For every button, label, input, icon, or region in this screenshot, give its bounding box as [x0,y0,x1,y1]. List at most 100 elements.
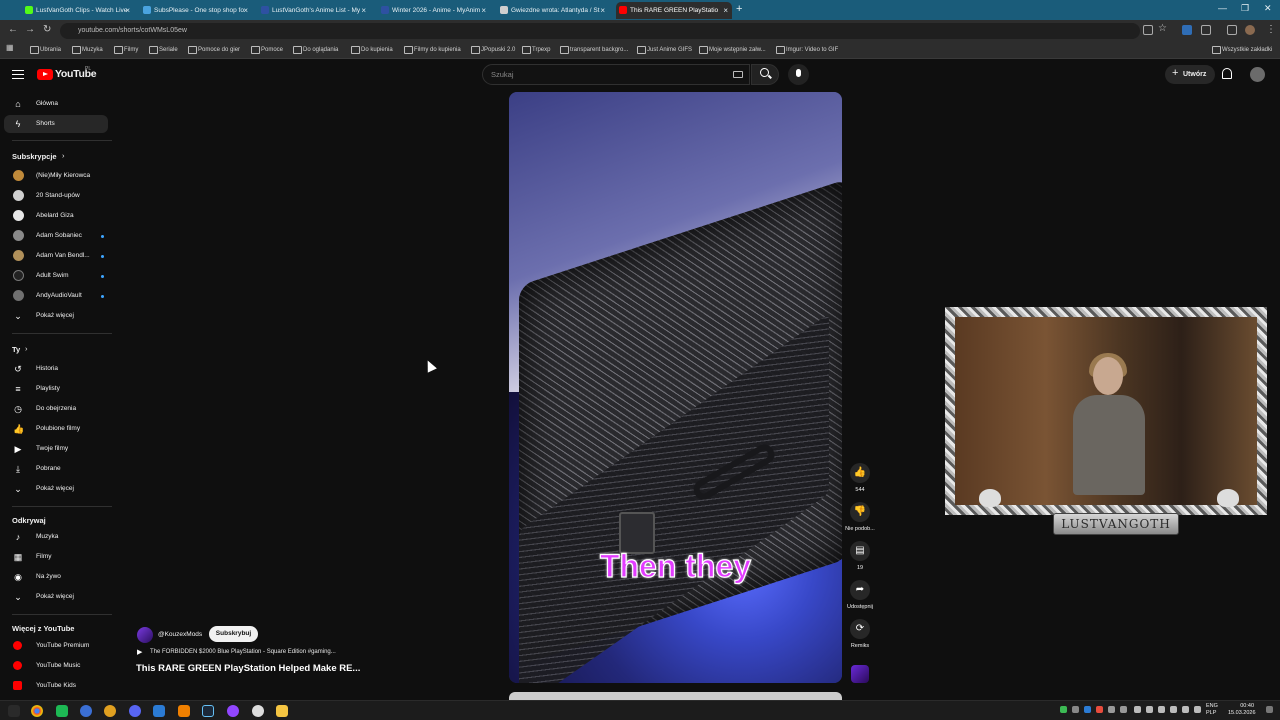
keyboard-icon[interactable] [733,71,743,78]
next-short-preview[interactable] [509,692,842,700]
chrome-icon[interactable] [31,705,43,717]
sidebar-item-channel[interactable]: Adam Van Bendl... [4,247,108,265]
extension-icon[interactable] [1201,25,1211,35]
bookmark-link[interactable]: Moje wstępnie załw... [699,45,766,55]
like-button[interactable]: 👍 544 [849,463,871,493]
close-tab-icon[interactable]: × [723,2,728,19]
back-button[interactable]: ← [8,24,18,35]
close-tab-icon[interactable]: × [125,2,130,19]
url-field[interactable]: youtube.com/shorts/cotWMsL05ew [60,23,1140,39]
bookmark-link[interactable]: transparent backgro... [560,45,628,55]
close-tab-icon[interactable]: × [361,2,366,19]
browser-menu-icon[interactable]: ⋮ [1266,24,1276,35]
sidebar-item-channel[interactable]: (Nie)Miły Kierowca [4,167,108,185]
sidebar-item-channel[interactable]: AndyAudioVault [4,287,108,305]
remix-button[interactable]: ⟳ Remiks [849,619,871,649]
notifications-icon[interactable] [1222,68,1232,79]
tray-icon[interactable] [1120,706,1127,713]
channel-name[interactable]: @KouzexMods [158,631,202,638]
browser-tab[interactable]: Winter 2026 - Anime - MyAnim × [378,2,490,19]
voice-search-icon[interactable] [788,64,809,85]
tray-icon[interactable] [1146,706,1153,713]
steam-icon[interactable] [202,705,214,717]
windows-start-icon[interactable] [8,705,20,717]
sidebar-item-channel[interactable]: Adult Swim [4,267,108,285]
tray-icon[interactable] [1170,706,1177,713]
browser-tab[interactable]: Gwiezdne wrota: Atlantyda / St × [497,2,609,19]
subscriptions-header[interactable]: Subskrypcje [12,152,57,161]
close-tab-icon[interactable]: × [481,2,486,19]
bookmark-link[interactable]: Just Anime GIFS [637,45,692,55]
tray-icon[interactable] [1072,706,1079,713]
apps-grid-icon[interactable]: ▦ [6,43,14,52]
show-more-button[interactable]: ⌄ Pokaż więcej [4,480,108,498]
bookmark-star-icon[interactable]: ☆ [1158,23,1167,34]
minimize-button[interactable]: — [1218,3,1227,13]
browser-tab[interactable]: LustVanGoth Clips - Watch Live × [22,2,134,19]
notification-center-icon[interactable] [1266,706,1273,713]
video-title[interactable]: This RARE GREEN PlayStation Helped Make … [136,663,360,674]
sidebar-item-channel[interactable]: Abelard Giza [4,207,108,225]
profile-avatar[interactable] [1245,25,1255,35]
app-icon[interactable] [104,705,116,717]
bookmark-folder[interactable]: Do kupienia [351,45,393,55]
sidebar-item-movies[interactable]: ▦ Filmy [4,548,108,566]
close-tab-icon[interactable]: × [243,2,248,19]
taskbar-clock[interactable]: 00:40 15.03.2026 [1228,703,1256,717]
extension-icon[interactable] [1182,25,1192,35]
bookmark-folder[interactable]: Pomoce do gier [188,45,240,55]
install-app-icon[interactable] [1143,25,1153,35]
bookmark-link[interactable]: Trpexp [522,45,550,55]
sidebar-item-downloads[interactable]: ⤓ Pobrane [4,460,108,478]
channel-avatar[interactable] [137,627,153,643]
sidebar-item-channel[interactable]: Adam Sobaniec [4,227,108,245]
bookmark-folder[interactable]: Muzyka [72,45,103,55]
sidebar-item-history[interactable]: ↺ Historia [4,360,108,378]
comments-button[interactable]: ▤ 19 [849,541,871,571]
sidebar-item-watch-later[interactable]: ◷ Do obejrzenia [4,400,108,418]
bookmark-link[interactable]: Imgur: Video to GIF [776,45,838,55]
sidebar-panel-icon[interactable] [1227,25,1237,35]
sidebar-item-youtube-music[interactable]: YouTube Music [4,657,108,675]
sidebar-item-youtube-kids[interactable]: YouTube Kids [4,677,108,695]
show-more-button[interactable]: ⌄ Pokaż więcej [4,307,108,325]
subscribe-button[interactable]: Subskrybuj [209,626,258,642]
dislike-button[interactable]: 👎 Nie podob... [842,502,878,532]
bookmark-folder[interactable]: Filmy do kupienia [404,45,461,55]
bookmark-link[interactable]: JPopuski 2.0 [471,45,515,55]
create-button[interactable]: Utwórz [1165,64,1215,84]
app-icon[interactable] [80,705,92,717]
network-icon[interactable] [1182,706,1189,713]
sidebar-item-your-videos[interactable]: ▶ Twoje filmy [4,440,108,458]
reload-button[interactable]: ↻ [43,24,51,35]
sidebar-item-playlists[interactable]: ≡ Playlisty [4,380,108,398]
menu-icon[interactable] [12,70,24,79]
tray-icon[interactable] [1158,706,1165,713]
avatar[interactable] [1250,67,1265,82]
sidebar-item-music[interactable]: ♪ Muzyka [4,528,108,546]
show-more-button[interactable]: ⌄ Pokaż więcej [4,588,108,606]
you-header[interactable]: Ty [12,345,20,354]
microphone-icon[interactable] [1134,706,1141,713]
sidebar-item-live[interactable]: ◉ Na żywo [4,568,108,586]
sidebar-item-home[interactable]: ⌂ Główna [4,95,108,113]
close-window-button[interactable]: ✕ [1264,3,1272,14]
browser-tab-active[interactable]: This RARE GREEN PlayStatio × [616,2,732,19]
app-icon[interactable] [129,705,141,717]
bookmark-folder[interactable]: Do oglądania [293,45,338,55]
tray-icon[interactable] [1060,706,1067,713]
sidebar-item-channel[interactable]: 20 Stand-upów [4,187,108,205]
bookmark-folder[interactable]: Ubrania [30,45,61,55]
all-bookmarks-folder[interactable]: Wszystkie zakładki [1212,45,1272,55]
app-icon[interactable] [56,705,68,717]
app-icon[interactable] [252,705,264,717]
file-explorer-icon[interactable] [276,705,288,717]
vlc-icon[interactable] [178,705,190,717]
app-icon[interactable] [153,705,165,717]
new-tab-button[interactable]: + [736,3,742,15]
search-input[interactable]: Szukaj [482,64,750,85]
bookmark-folder[interactable]: Pomoce [251,45,283,55]
sidebar-item-liked[interactable]: 👍 Polubione filmy [4,420,108,438]
forward-button[interactable]: → [25,24,35,35]
sidebar-item-youtube-premium[interactable]: YouTube Premium [4,637,108,655]
